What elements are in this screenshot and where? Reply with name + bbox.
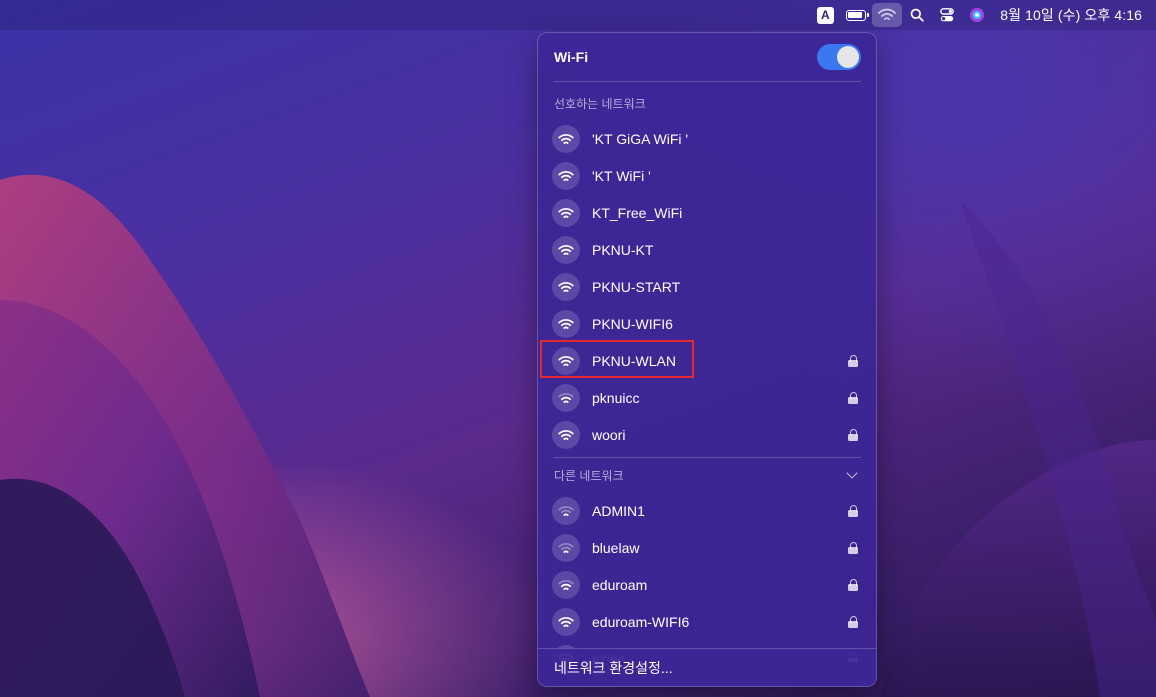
lock-icon — [848, 504, 858, 517]
network-row[interactable]: PKNU-WIFI6 — [538, 305, 876, 342]
menu-bar: A 8월 10일 (수) 오후 4:16 — [0, 0, 1156, 30]
network-name: eduroam — [592, 576, 648, 593]
wifi-signal-icon — [552, 272, 580, 301]
network-name: bluelaw — [592, 539, 640, 556]
wifi-signal-icon — [552, 607, 580, 636]
control-center-menu[interactable] — [932, 3, 962, 27]
lock-icon — [848, 354, 858, 367]
siri-menu[interactable] — [962, 3, 992, 27]
lock-icon — [848, 615, 858, 628]
wifi-signal-icon — [552, 235, 580, 264]
network-preferences-link[interactable]: 네트워크 환경설정... — [538, 648, 876, 686]
preferred-networks-title: 선호하는 네트워크 — [538, 82, 876, 120]
wifi-signal-icon — [552, 346, 580, 375]
network-row[interactable]: 'KT WiFi ' — [538, 157, 876, 194]
network-name: ADMIN1 — [592, 502, 645, 519]
wifi-toggle[interactable] — [817, 44, 861, 70]
control-center-icon — [940, 8, 955, 22]
network-name: PKNU-KT — [592, 241, 654, 258]
network-name: 'KT WiFi ' — [592, 167, 651, 184]
wifi-signal-icon — [552, 309, 580, 338]
wifi-signal-icon — [552, 383, 580, 412]
network-row[interactable]: 'KT GiGA WiFi ' — [538, 120, 876, 157]
wifi-signal-icon — [552, 496, 580, 525]
wifi-signal-icon — [552, 124, 580, 153]
wifi-menu[interactable] — [872, 3, 903, 27]
network-row[interactable]: eduroam-WIFI6 — [538, 603, 876, 640]
wifi-icon — [878, 8, 897, 20]
network-name: woori — [592, 426, 626, 443]
network-row[interactable]: KT_Free_WiFi — [538, 194, 876, 231]
network-row[interactable]: pknuicc — [538, 379, 876, 416]
network-name: KT_Free_WiFi — [592, 204, 683, 221]
preferred-network-list: 'KT GiGA WiFi ' 'KT WiFi ' KT_Free_WiFi PKN… — [538, 120, 876, 453]
wifi-signal-icon — [552, 198, 580, 227]
wifi-signal-icon — [552, 420, 580, 449]
network-row[interactable]: PKNU-START — [538, 268, 876, 305]
lock-icon — [848, 541, 858, 554]
network-name: PKNU-START — [592, 278, 681, 295]
network-row[interactable]: ADMIN1 — [538, 492, 876, 529]
network-row[interactable]: PKNU-WLAN — [538, 340, 876, 379]
wifi-panel-title: Wi-Fi — [554, 49, 589, 65]
wifi-menu-panel: Wi-Fi 선호하는 네트워크 'KT GiGA WiFi ' 'KT WiFi … — [537, 32, 877, 687]
input-source-menu[interactable]: A — [810, 3, 840, 27]
network-row[interactable]: PKNU-KT — [538, 231, 876, 268]
other-network-list: ADMIN1bluelaweduroameduroam-WIFI6ezine — [538, 492, 876, 662]
battery-menu[interactable] — [840, 3, 872, 27]
network-name: 'KT GiGA WiFi ' — [592, 130, 689, 147]
input-source-badge: A — [816, 6, 834, 24]
wifi-toggle-knob — [837, 46, 859, 68]
siri-icon — [970, 8, 985, 22]
wifi-signal-icon — [552, 570, 580, 599]
spotlight-menu[interactable] — [902, 3, 932, 27]
network-name: PKNU-WIFI6 — [592, 315, 673, 332]
network-name: eduroam-WIFI6 — [592, 613, 690, 630]
lock-icon — [848, 428, 858, 441]
network-name: PKNU-WLAN — [592, 352, 677, 369]
network-row[interactable]: woori — [538, 416, 876, 453]
network-name: pknuicc — [592, 389, 640, 406]
lock-icon — [848, 578, 858, 591]
battery-icon — [846, 9, 870, 21]
wifi-signal-icon — [552, 533, 580, 562]
network-row[interactable]: eduroam — [538, 566, 876, 603]
preferred-networks-label: 선호하는 네트워크 — [554, 96, 646, 111]
network-preferences-label: 네트워크 환경설정... — [554, 659, 673, 676]
other-networks-title[interactable]: 다른 네트워크 — [538, 458, 876, 492]
wifi-signal-icon — [552, 161, 580, 190]
wifi-panel-header: Wi-Fi — [538, 33, 876, 81]
other-networks-label: 다른 네트워크 — [554, 468, 624, 483]
chevron-down-icon[interactable] — [846, 467, 858, 479]
lock-icon — [848, 391, 858, 404]
search-icon — [910, 8, 924, 22]
menu-bar-clock[interactable]: 8월 10일 (수) 오후 4:16 — [992, 5, 1144, 25]
network-row[interactable]: bluelaw — [538, 529, 876, 566]
